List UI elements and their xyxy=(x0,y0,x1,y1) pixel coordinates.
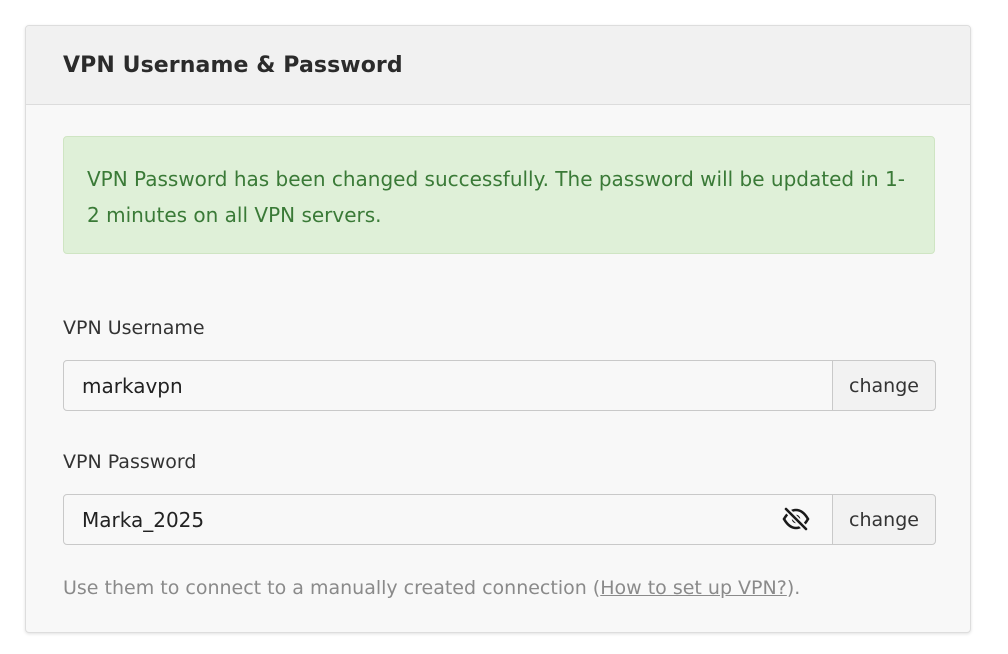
panel-header: VPN Username & Password xyxy=(26,26,970,105)
success-alert-message: VPN Password has been changed successful… xyxy=(87,167,905,227)
username-field[interactable] xyxy=(63,360,833,411)
username-label: VPN Username xyxy=(63,317,205,339)
how-to-setup-vpn-link[interactable]: How to set up VPN? xyxy=(600,577,787,599)
panel-title: VPN Username & Password xyxy=(63,52,403,78)
password-label: VPN Password xyxy=(63,451,197,473)
username-input-group: change xyxy=(63,360,936,411)
eye-slash-icon[interactable] xyxy=(781,506,811,532)
change-username-button[interactable]: change xyxy=(832,360,936,411)
change-password-button[interactable]: change xyxy=(832,494,936,545)
vpn-credentials-panel: VPN Username & Password VPN Password has… xyxy=(25,25,971,633)
help-text-after: ). xyxy=(786,577,801,599)
help-text-before: Use them to connect to a manually create… xyxy=(63,577,601,599)
password-field[interactable] xyxy=(63,494,833,545)
password-field-wrapper xyxy=(63,494,833,545)
help-text: Use them to connect to a manually create… xyxy=(63,577,800,599)
success-alert: VPN Password has been changed successful… xyxy=(63,136,935,254)
password-input-group: change xyxy=(63,494,936,545)
